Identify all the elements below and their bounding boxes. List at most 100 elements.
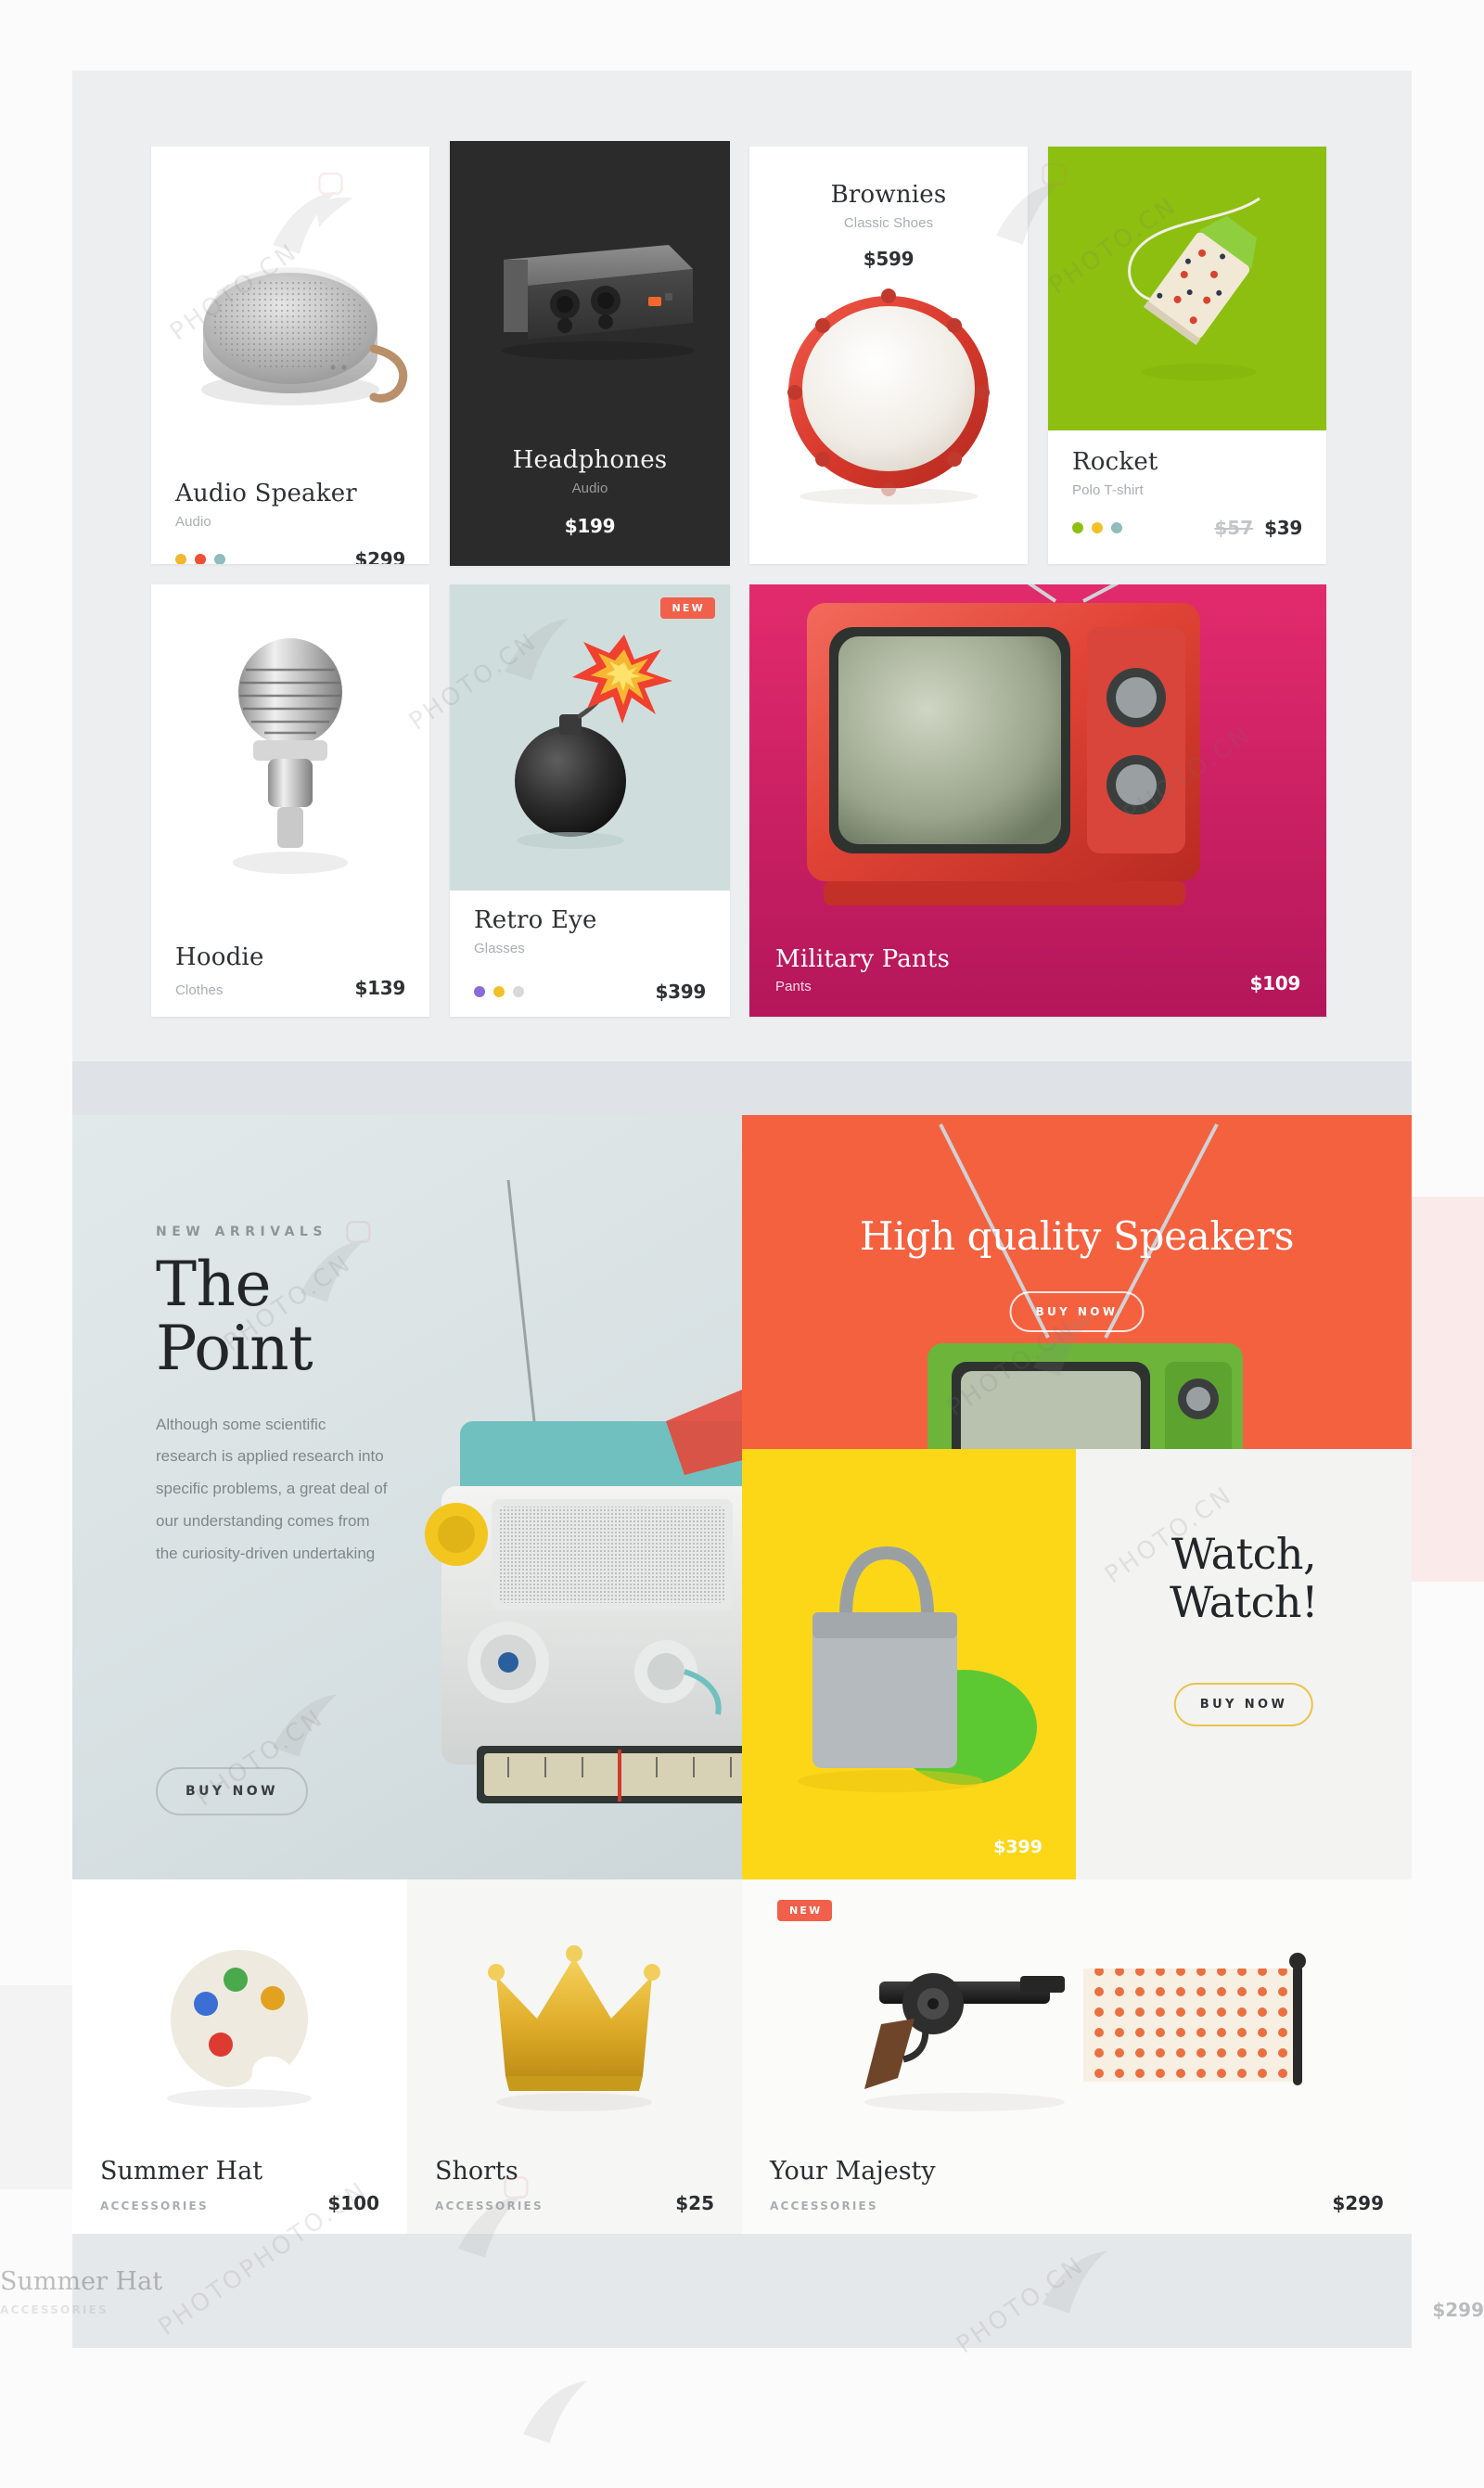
product-price: $299 [1332,2192,1384,2214]
banner-watch[interactable]: Watch, Watch! BUY NOW [1076,1449,1412,1879]
product-title: Summer Hat [100,2157,263,2186]
product-card-shorts[interactable]: Shorts ACCESSORIES $25 [407,1879,742,2234]
product-title: Hoodie [175,943,264,971]
section-divider [72,1061,1412,1115]
product-info-headphones: Headphones Audio $199 [450,429,730,556]
product-card-rocket[interactable]: Rocket Polo T-shirt $57 $39 [1048,147,1326,564]
product-price: $109 [1249,972,1301,994]
banner-eyebrow: NEW ARRIVALS [156,1225,327,1239]
product-category: Classic Shoes [843,214,934,231]
faded-product-category: ACCESSORIES [0,2303,109,2316]
banner-the-point[interactable]: NEW ARRIVALS The Point Although some sci… [72,1115,742,1879]
swatch-2[interactable] [493,985,505,997]
faded-product-title: Summer Hat [0,2267,163,2296]
color-swatches[interactable] [175,553,225,564]
product-category: Audio [175,513,211,530]
product-title: Retro Eye [474,906,597,934]
product-category: ACCESSORIES [435,2199,544,2212]
product-category: Polo T-shirt [1072,481,1144,498]
product-price: $39 [1264,516,1302,539]
swatch-1[interactable] [1072,521,1083,533]
product-info-hoodie: Hoodie Clothes $139 [151,930,429,1017]
product-price: $139 [354,976,406,999]
product-image-shorts [407,1879,742,2144]
banner-image-tote-bag [798,1545,1037,1792]
product-card-brownies[interactable]: Brownies Classic Shoes $599 [749,147,1028,564]
banner-headline-speakers: High quality Speakers [859,1213,1295,1259]
banner-speakers[interactable]: High quality Speakers BUY NOW [742,1115,1412,1449]
product-title: Audio Speaker [175,480,357,507]
swatch-1[interactable] [474,985,485,997]
product-title: Rocket [1072,448,1158,476]
product-info-summer-hat: Summer Hat ACCESSORIES $100 [72,2144,407,2214]
banner-headline-watch-line1: Watch, [1171,1529,1317,1579]
product-image-retro-eye: NEW [450,584,730,891]
product-category: ACCESSORIES [770,2199,878,2212]
product-old-price: $57 [1214,516,1254,539]
bleed-block-left [0,1985,72,2189]
page-canvas: Audio Speaker Audio $299 Headphones Audi… [0,71,1484,2348]
product-card-your-majesty[interactable]: NEW Your Majesty ACCESSORIES $299 [742,1879,1412,2234]
banner-section: NEW ARRIVALS The Point Although some sci… [72,1115,1412,1879]
swatch-3[interactable] [513,985,524,997]
product-title: Shorts [435,2157,518,2186]
product-info-shorts: Shorts ACCESSORIES $25 [407,2144,742,2214]
swatch-2[interactable] [195,553,206,564]
swatch-1[interactable] [175,553,186,564]
swatch-2[interactable] [1092,521,1103,533]
product-category: Clothes [175,981,224,998]
product-grid-section: Audio Speaker Audio $299 Headphones Audi… [72,71,1412,1061]
swatch-3[interactable] [1111,521,1122,533]
product-card-audio-speaker[interactable]: Audio Speaker Audio $299 [151,147,429,564]
faded-preview-row: Summer Hat ACCESSORIES $299 [0,2267,1484,2341]
bottom-products-section: Summer Hat ACCESSORIES $100 Shorts ACCES… [72,1879,1412,2234]
product-image-rocket [1048,147,1326,430]
watermark-logo-icon [501,2356,612,2468]
buy-now-button-speakers[interactable]: BUY NOW [1009,1291,1145,1332]
product-image-hoodie [151,584,429,930]
product-image-headphones [450,141,730,429]
product-card-summer-hat[interactable]: Summer Hat ACCESSORIES $100 [72,1879,407,2234]
color-swatches[interactable] [1072,521,1122,533]
product-info-your-majesty: Your Majesty ACCESSORIES $299 [742,2144,1412,2214]
product-category: ACCESSORIES [100,2199,209,2212]
product-title: Brownies [830,181,947,209]
product-price: $199 [564,514,616,537]
faded-preview-strip: Summer Hat ACCESSORIES $299 [0,2234,1484,2348]
product-price: $25 [675,2192,714,2214]
product-card-military-pants[interactable]: Military Pants Pants $109 [749,584,1326,1017]
product-price: $399 [655,980,707,1003]
product-price: $299 [354,547,406,565]
product-image-brownies [749,270,1028,507]
product-info-audio-speaker: Audio Speaker Audio $299 [151,462,429,564]
product-category: Pants [775,979,812,994]
product-info-military-pants: Military Pants Pants $109 [749,944,1326,1018]
product-category: Audio [571,480,608,496]
product-image-summer-hat [72,1879,407,2144]
product-card-hoodie[interactable]: Hoodie Clothes $139 [151,584,429,1017]
banner-bag[interactable]: $399 [742,1449,1076,1879]
product-info-retro-eye: Retro Eye Glasses $399 [450,891,730,1017]
banner-paragraph: Although some scientific research is app… [156,1415,388,1562]
product-image-your-majesty: NEW [742,1879,1412,2144]
product-price: $599 [863,247,915,270]
buy-now-button-point[interactable]: BUY NOW [156,1767,308,1815]
product-info-rocket: Rocket Polo T-shirt $57 $39 [1048,430,1326,558]
product-card-retro-eye[interactable]: NEW Retro Eye Glasses $399 [450,584,730,1017]
product-card-headphones[interactable]: Headphones Audio $199 [450,141,730,566]
swatch-3[interactable] [214,553,225,564]
bleed-block-pink [1412,1197,1484,1582]
product-title: Headphones [512,446,668,474]
product-title: Your Majesty [770,2157,936,2186]
banner-image-green-tv [742,1115,1412,1449]
product-price: $100 [327,2192,379,2214]
product-info-brownies: Brownies Classic Shoes $599 [749,147,1028,270]
color-swatches[interactable] [474,985,524,997]
faded-product-price: $299 [1432,2299,1484,2321]
banner-headline: The Point [156,1249,313,1385]
product-image-audio-speaker [151,147,429,462]
banner-bag-price: $399 [993,1837,1043,1857]
product-title: Military Pants [775,944,951,973]
product-category: Glasses [474,940,525,956]
buy-now-button-watch[interactable]: BUY NOW [1173,1683,1314,1726]
